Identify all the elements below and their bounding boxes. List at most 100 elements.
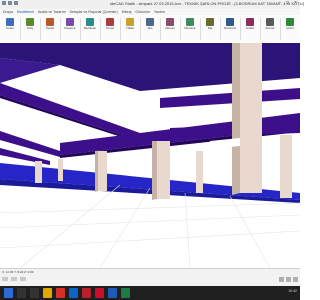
ribbon-separator bbox=[240, 18, 241, 40]
ribbon-separator bbox=[60, 18, 61, 40]
autocad-icon[interactable] bbox=[95, 288, 104, 298]
column-left-far bbox=[35, 161, 42, 183]
ribbon-button-label: Yükler bbox=[125, 26, 135, 30]
column-right-far bbox=[280, 135, 292, 198]
file-explorer-icon[interactable] bbox=[43, 288, 52, 298]
ribbon-separator bbox=[40, 18, 41, 40]
ribbon-button-2[interactable]: Perde bbox=[42, 18, 58, 31]
ribbon-button-3[interactable]: Döşeme bbox=[62, 18, 78, 31]
ribbon: Kolon Kiriş Perde Döşeme Merdiven Temel Yükler… bbox=[0, 15, 300, 44]
3d-viewport[interactable] bbox=[0, 43, 300, 268]
ribbon-separator bbox=[100, 18, 101, 40]
undo-icon[interactable] bbox=[8, 1, 12, 5]
chrome-icon[interactable] bbox=[56, 288, 65, 298]
view-controls[interactable] bbox=[279, 277, 298, 282]
ribbon-separator bbox=[180, 18, 181, 40]
ribbon-separator bbox=[160, 18, 161, 40]
ribbon-button-label: Analiz bbox=[245, 26, 255, 30]
edit-icon bbox=[186, 18, 194, 26]
ribbon-button-label: Merdiven bbox=[83, 26, 97, 30]
ribbon-button-5[interactable]: Temel bbox=[102, 18, 118, 31]
status-bar: X: 12.45 Y: 8.20 Z: 0.00 bbox=[0, 268, 300, 287]
column-center-side bbox=[152, 141, 157, 200]
ribbon-separator bbox=[20, 18, 21, 40]
ribbon-button-label: Kat bbox=[207, 26, 213, 30]
taskbar: 10:42 bbox=[0, 286, 300, 300]
redo-icon[interactable] bbox=[14, 1, 18, 5]
maximize-button[interactable]: □ bbox=[285, 1, 290, 6]
ribbon-separator bbox=[200, 18, 201, 40]
ribbon-button-4[interactable]: Merdiven bbox=[82, 18, 98, 31]
settings-icon[interactable] bbox=[293, 277, 298, 282]
ribbon-button-6[interactable]: Yükler bbox=[122, 18, 138, 31]
ribbon-button-label: Mimari bbox=[165, 26, 175, 30]
column-front-right-side bbox=[232, 43, 240, 195]
ribbon-button-12[interactable]: Analiz bbox=[242, 18, 258, 31]
grid-toggle[interactable] bbox=[20, 277, 26, 281]
pdf-icon[interactable] bbox=[82, 288, 91, 298]
column-left-center bbox=[98, 151, 107, 191]
minimize-button[interactable]: – bbox=[277, 1, 282, 6]
foundation-icon bbox=[106, 18, 114, 26]
task-view-icon[interactable] bbox=[30, 288, 39, 298]
ribbon-button-14[interactable]: Çizim bbox=[282, 18, 298, 31]
architecture-icon bbox=[166, 18, 174, 26]
load-icon bbox=[126, 18, 134, 26]
ribbon-button-7[interactable]: Aks bbox=[142, 18, 158, 31]
wall-icon bbox=[46, 18, 54, 26]
ribbon-button-8[interactable]: Mimari bbox=[162, 18, 178, 31]
ribbon-separator bbox=[140, 18, 141, 40]
ribbon-button-9[interactable]: Düzenle bbox=[182, 18, 198, 31]
column-right-center bbox=[196, 151, 203, 193]
axis-icon bbox=[146, 18, 154, 26]
column-left-center-side bbox=[95, 151, 98, 192]
pan-icon[interactable] bbox=[286, 277, 291, 282]
save-icon[interactable] bbox=[2, 1, 6, 5]
ribbon-button-11[interactable]: Görünüm bbox=[222, 18, 238, 31]
ribbon-button-10[interactable]: Kat bbox=[202, 18, 218, 31]
slab-icon bbox=[66, 18, 74, 26]
floor-icon bbox=[206, 18, 214, 26]
column-icon bbox=[6, 18, 14, 26]
ribbon-separator bbox=[80, 18, 81, 40]
ribbon-separator bbox=[220, 18, 221, 40]
rebar-icon bbox=[266, 18, 274, 26]
ribbon-separator bbox=[120, 18, 121, 40]
ribbon-button-label: Aks bbox=[147, 26, 153, 30]
coordinate-readout: X: 12.45 Y: 8.20 Z: 0.00 bbox=[2, 270, 34, 274]
ribbon-button-label: Çizim bbox=[286, 26, 294, 30]
ribbon-button-0[interactable]: Kolon bbox=[2, 18, 18, 31]
view-icon bbox=[226, 18, 234, 26]
ribbon-button-label: Donatı bbox=[265, 26, 275, 30]
ribbon-button-label: Perde bbox=[45, 26, 54, 30]
status-toggles[interactable] bbox=[2, 277, 26, 281]
ribbon-button-label: Kiriş bbox=[27, 26, 33, 30]
search-icon[interactable] bbox=[17, 288, 26, 298]
ribbon-separator bbox=[260, 18, 261, 40]
idecad-icon[interactable] bbox=[108, 288, 117, 298]
zoom-icon[interactable] bbox=[279, 277, 284, 282]
ribbon-button-label: Döşeme bbox=[64, 26, 76, 30]
windows-start-icon[interactable] bbox=[4, 288, 13, 298]
ribbon-button-label: Kolon bbox=[6, 26, 14, 30]
ribbon-button-label: Düzenle bbox=[184, 26, 196, 30]
analysis-icon bbox=[246, 18, 254, 26]
snap-toggle[interactable] bbox=[2, 277, 8, 281]
clock: 10:42 bbox=[288, 289, 297, 293]
drawing-icon bbox=[286, 18, 294, 26]
column-center bbox=[157, 141, 170, 199]
structure-3d-view bbox=[0, 43, 300, 268]
quick-access-toolbar[interactable] bbox=[2, 1, 18, 5]
ribbon-button-1[interactable]: Kiriş bbox=[22, 18, 38, 31]
ribbon-separator bbox=[280, 18, 281, 40]
beam-icon bbox=[26, 18, 34, 26]
outlook-icon[interactable] bbox=[69, 288, 78, 298]
close-button[interactable]: × bbox=[293, 1, 298, 6]
stairs-icon bbox=[86, 18, 94, 26]
window-title: ideCAD Statik - simpark 27.03.2015.icm -… bbox=[110, 1, 304, 6]
ribbon-button-label: Görünüm bbox=[223, 26, 237, 30]
ortho-toggle[interactable] bbox=[11, 277, 17, 281]
excel-icon[interactable] bbox=[121, 288, 130, 298]
ribbon-button-13[interactable]: Donatı bbox=[262, 18, 278, 31]
column-left-mid bbox=[58, 159, 63, 181]
